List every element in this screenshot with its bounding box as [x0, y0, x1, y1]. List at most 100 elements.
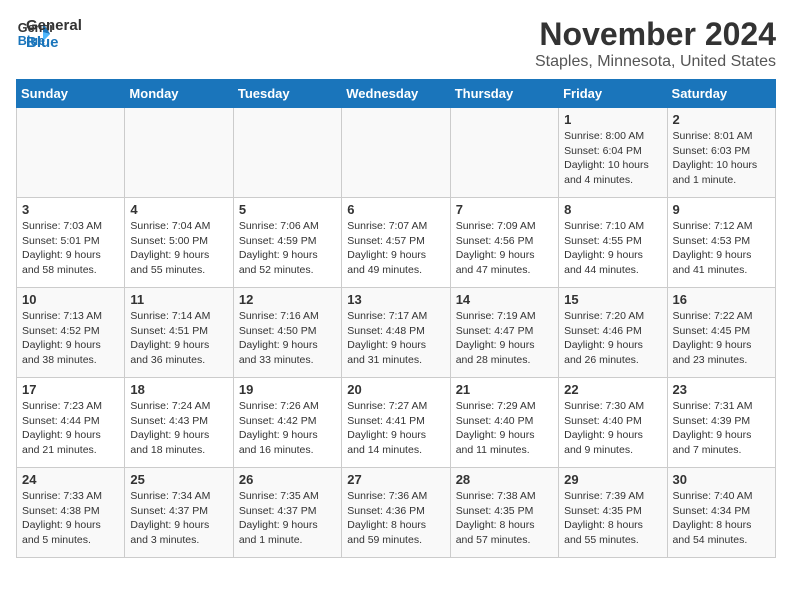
calendar-cell: 19Sunrise: 7:26 AM Sunset: 4:42 PM Dayli… — [233, 378, 341, 468]
calendar-week-5: 24Sunrise: 7:33 AM Sunset: 4:38 PM Dayli… — [17, 468, 776, 558]
day-info: Sunrise: 7:30 AM Sunset: 4:40 PM Dayligh… — [564, 399, 661, 458]
calendar-cell: 2 Sunrise: 8:01 AM Sunset: 6:03 PM Daylig… — [667, 108, 775, 198]
day-number: 11 — [130, 292, 227, 307]
calendar-cell: 28Sunrise: 7:38 AM Sunset: 4:35 PM Dayli… — [450, 468, 558, 558]
day-number: 3 — [22, 202, 119, 217]
day-info: Sunrise: 7:06 AM Sunset: 4:59 PM Dayligh… — [239, 219, 336, 278]
day-number: 2 — [673, 112, 770, 127]
day-number: 7 — [456, 202, 553, 217]
calendar-week-2: 3 Sunrise: 7:03 AM Sunset: 5:01 PM Daylig… — [17, 198, 776, 288]
day-info: Sunrise: 7:24 AM Sunset: 4:43 PM Dayligh… — [130, 399, 227, 458]
day-info: Sunrise: 7:19 AM Sunset: 4:47 PM Dayligh… — [456, 309, 553, 368]
day-number: 20 — [347, 382, 444, 397]
day-info: Sunrise: 7:31 AM Sunset: 4:39 PM Dayligh… — [673, 399, 770, 458]
calendar-cell: 12 Sunrise: 7:16 AM Sunset: 4:50 PM Dayli… — [233, 288, 341, 378]
day-number: 29 — [564, 472, 661, 487]
day-info: Sunrise: 7:33 AM Sunset: 4:38 PM Dayligh… — [22, 489, 119, 548]
logo-line2: Blue — [26, 34, 82, 51]
day-number: 30 — [673, 472, 770, 487]
day-info: Sunrise: 7:04 AM Sunset: 5:00 PM Dayligh… — [130, 219, 227, 278]
day-info: Sunrise: 7:16 AM Sunset: 4:50 PM Dayligh… — [239, 309, 336, 368]
calendar-cell: 6 Sunrise: 7:07 AM Sunset: 4:57 PM Daylig… — [342, 198, 450, 288]
calendar-cell — [342, 108, 450, 198]
calendar-cell: 15 Sunrise: 7:20 AM Sunset: 4:46 PM Dayli… — [559, 288, 667, 378]
day-info: Sunrise: 7:09 AM Sunset: 4:56 PM Dayligh… — [456, 219, 553, 278]
calendar-cell — [450, 108, 558, 198]
day-number: 17 — [22, 382, 119, 397]
day-number: 6 — [347, 202, 444, 217]
calendar-cell: 20 Sunrise: 7:27 AM Sunset: 4:41 PM Dayli… — [342, 378, 450, 468]
day-info: Sunrise: 7:39 AM Sunset: 4:35 PM Dayligh… — [564, 489, 661, 548]
calendar-week-4: 17 Sunrise: 7:23 AM Sunset: 4:44 PM Dayli… — [17, 378, 776, 468]
day-number: 22 — [564, 382, 661, 397]
day-number: 16 — [673, 292, 770, 307]
calendar-cell: 11 Sunrise: 7:14 AM Sunset: 4:51 PM Dayli… — [125, 288, 233, 378]
calendar-cell: 16 Sunrise: 7:22 AM Sunset: 4:45 PM Dayli… — [667, 288, 775, 378]
header-sunday: Sunday — [17, 80, 125, 108]
calendar-cell: 21 Sunrise: 7:29 AM Sunset: 4:40 PM Dayli… — [450, 378, 558, 468]
header-saturday: Saturday — [667, 80, 775, 108]
calendar-cell: 18 Sunrise: 7:24 AM Sunset: 4:43 PM Dayli… — [125, 378, 233, 468]
calendar-cell: 26Sunrise: 7:35 AM Sunset: 4:37 PM Dayli… — [233, 468, 341, 558]
calendar-cell: 7 Sunrise: 7:09 AM Sunset: 4:56 PM Daylig… — [450, 198, 558, 288]
subtitle: Staples, Minnesota, United States — [535, 53, 776, 71]
day-info: Sunrise: 7:14 AM Sunset: 4:51 PM Dayligh… — [130, 309, 227, 368]
day-number: 25 — [130, 472, 227, 487]
day-number: 4 — [130, 202, 227, 217]
calendar-cell: 9Sunrise: 7:12 AM Sunset: 4:53 PM Daylig… — [667, 198, 775, 288]
calendar-table: SundayMondayTuesdayWednesdayThursdayFrid… — [16, 79, 776, 558]
calendar-cell: 17 Sunrise: 7:23 AM Sunset: 4:44 PM Dayli… — [17, 378, 125, 468]
calendar-cell: 5 Sunrise: 7:06 AM Sunset: 4:59 PM Daylig… — [233, 198, 341, 288]
calendar-header-row: SundayMondayTuesdayWednesdayThursdayFrid… — [17, 80, 776, 108]
calendar-cell: 14 Sunrise: 7:19 AM Sunset: 4:47 PM Dayli… — [450, 288, 558, 378]
calendar-cell: 10Sunrise: 7:13 AM Sunset: 4:52 PM Dayli… — [17, 288, 125, 378]
calendar-cell: 13Sunrise: 7:17 AM Sunset: 4:48 PM Dayli… — [342, 288, 450, 378]
day-info: Sunrise: 7:27 AM Sunset: 4:41 PM Dayligh… — [347, 399, 444, 458]
day-info: Sunrise: 7:26 AM Sunset: 4:42 PM Dayligh… — [239, 399, 336, 458]
title-area: November 2024 Staples, Minnesota, United… — [535, 16, 776, 71]
day-info: Sunrise: 7:38 AM Sunset: 4:35 PM Dayligh… — [456, 489, 553, 548]
day-info: Sunrise: 7:23 AM Sunset: 4:44 PM Dayligh… — [22, 399, 119, 458]
day-number: 18 — [130, 382, 227, 397]
day-number: 21 — [456, 382, 553, 397]
day-info: Sunrise: 7:17 AM Sunset: 4:48 PM Dayligh… — [347, 309, 444, 368]
day-info: Sunrise: 7:20 AM Sunset: 4:46 PM Dayligh… — [564, 309, 661, 368]
day-info: Sunrise: 8:01 AM Sunset: 6:03 PM Dayligh… — [673, 129, 770, 188]
header-monday: Monday — [125, 80, 233, 108]
header-wednesday: Wednesday — [342, 80, 450, 108]
calendar-cell — [17, 108, 125, 198]
calendar-cell: 24Sunrise: 7:33 AM Sunset: 4:38 PM Dayli… — [17, 468, 125, 558]
day-info: Sunrise: 7:03 AM Sunset: 5:01 PM Dayligh… — [22, 219, 119, 278]
day-number: 26 — [239, 472, 336, 487]
logo-line1: General — [26, 17, 82, 34]
header-thursday: Thursday — [450, 80, 558, 108]
day-info: Sunrise: 8:00 AM Sunset: 6:04 PM Dayligh… — [564, 129, 661, 188]
day-info: Sunrise: 7:22 AM Sunset: 4:45 PM Dayligh… — [673, 309, 770, 368]
day-number: 14 — [456, 292, 553, 307]
calendar-cell: 25 Sunrise: 7:34 AM Sunset: 4:37 PM Dayli… — [125, 468, 233, 558]
day-number: 15 — [564, 292, 661, 307]
day-info: Sunrise: 7:10 AM Sunset: 4:55 PM Dayligh… — [564, 219, 661, 278]
day-info: Sunrise: 7:34 AM Sunset: 4:37 PM Dayligh… — [130, 489, 227, 548]
day-info: Sunrise: 7:29 AM Sunset: 4:40 PM Dayligh… — [456, 399, 553, 458]
day-number: 1 — [564, 112, 661, 127]
day-number: 27 — [347, 472, 444, 487]
calendar-cell: 27Sunrise: 7:36 AM Sunset: 4:36 PM Dayli… — [342, 468, 450, 558]
calendar-cell: 4 Sunrise: 7:04 AM Sunset: 5:00 PM Daylig… — [125, 198, 233, 288]
day-number: 12 — [239, 292, 336, 307]
header: General Blue General Blue November 2024 … — [16, 16, 776, 71]
calendar-cell: 1 Sunrise: 8:00 AM Sunset: 6:04 PM Daylig… — [559, 108, 667, 198]
header-friday: Friday — [559, 80, 667, 108]
day-info: Sunrise: 7:12 AM Sunset: 4:53 PM Dayligh… — [673, 219, 770, 278]
calendar-cell — [233, 108, 341, 198]
day-number: 5 — [239, 202, 336, 217]
day-info: Sunrise: 7:40 AM Sunset: 4:34 PM Dayligh… — [673, 489, 770, 548]
day-number: 8 — [564, 202, 661, 217]
calendar-cell: 23 Sunrise: 7:31 AM Sunset: 4:39 PM Dayli… — [667, 378, 775, 468]
calendar-cell — [125, 108, 233, 198]
day-number: 23 — [673, 382, 770, 397]
calendar-cell: 8 Sunrise: 7:10 AM Sunset: 4:55 PM Daylig… — [559, 198, 667, 288]
calendar-cell: 22 Sunrise: 7:30 AM Sunset: 4:40 PM Dayli… — [559, 378, 667, 468]
header-tuesday: Tuesday — [233, 80, 341, 108]
day-info: Sunrise: 7:07 AM Sunset: 4:57 PM Dayligh… — [347, 219, 444, 278]
